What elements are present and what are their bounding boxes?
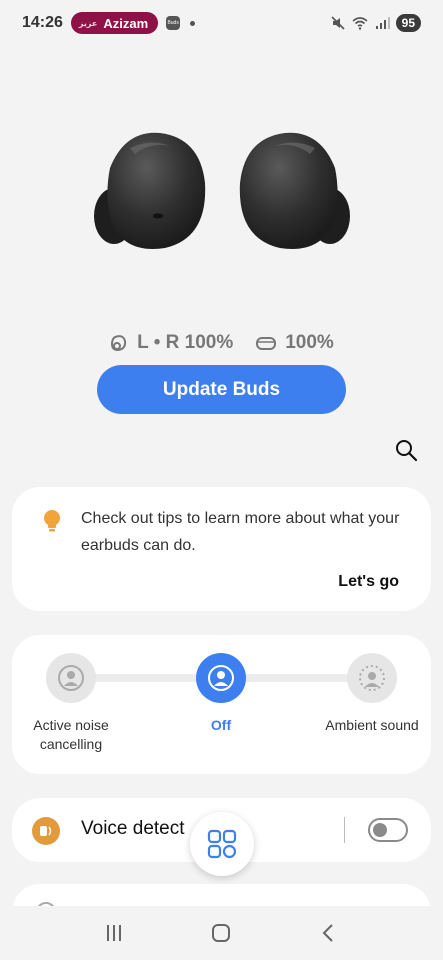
battery-status-row: L • R 100% 100% — [0, 330, 443, 356]
earbuds-image — [94, 132, 350, 249]
buds-notification-label: Buds — [167, 20, 179, 26]
more-notifications-dot — [190, 20, 196, 26]
home-icon — [212, 924, 231, 942]
earbuds-battery-text: L • R 100% — [137, 332, 234, 353]
tips-text: Check out tips to learn more about what … — [81, 510, 400, 554]
navigation-bar — [0, 906, 443, 960]
signal-icon — [375, 17, 390, 29]
mute-icon — [331, 16, 345, 30]
home-button[interactable] — [201, 913, 241, 953]
status-icons: 95 — [330, 14, 421, 32]
status-bar: 14:26 عزیز Azizam Buds 95 — [0, 0, 443, 46]
apps-grid-icon — [207, 829, 237, 859]
voice-detect-icon — [32, 817, 60, 845]
apps-menu-button[interactable] — [190, 812, 254, 876]
profile-chip[interactable]: عزیز Azizam — [70, 12, 159, 34]
case-battery-icon — [256, 337, 277, 350]
ambient-option-label: Ambient sound — [325, 717, 419, 733]
tips-card[interactable]: Check out tips to learn more about what … — [12, 487, 431, 611]
back-button[interactable] — [309, 913, 349, 953]
ambient-person-icon — [359, 665, 385, 691]
person-icon — [58, 665, 84, 691]
back-icon — [322, 924, 333, 942]
earbuds-battery-icon — [111, 335, 127, 352]
anc-option-button[interactable] — [46, 653, 96, 703]
update-buds-button[interactable]: Update Buds — [97, 365, 346, 414]
battery-indicator: 95 — [395, 14, 421, 32]
profile-name: Azizam — [103, 15, 149, 31]
voice-detect-toggle[interactable] — [368, 818, 408, 842]
case-battery-text: 100% — [285, 332, 334, 353]
recent-apps-icon — [106, 925, 121, 941]
off-option[interactable]: Off — [166, 653, 276, 735]
search-icon[interactable] — [393, 437, 419, 463]
noise-control-card: Active noise cancelling Off Ambient soun… — [12, 635, 431, 774]
toggle-knob — [373, 823, 387, 837]
lightbulb-icon — [44, 510, 60, 532]
voice-detect-label: Voice detect — [81, 818, 185, 839]
wifi-icon — [352, 17, 368, 30]
recent-apps-button[interactable] — [94, 913, 134, 953]
buds-notification-icon: Buds — [166, 16, 181, 30]
ambient-option-button[interactable] — [347, 653, 397, 703]
status-time: 14:26 — [22, 14, 63, 31]
person-icon — [208, 665, 234, 691]
lets-go-link[interactable]: Let's go — [338, 573, 399, 591]
profile-chip-prefix: عزیز — [78, 18, 98, 28]
anc-option-label: Active noise cancelling — [33, 717, 109, 752]
divider — [344, 817, 345, 843]
off-option-button[interactable] — [196, 653, 246, 703]
off-option-label: Off — [210, 717, 232, 733]
anc-option[interactable]: Active noise cancelling — [16, 653, 126, 754]
ambient-option[interactable]: Ambient sound — [317, 653, 427, 735]
